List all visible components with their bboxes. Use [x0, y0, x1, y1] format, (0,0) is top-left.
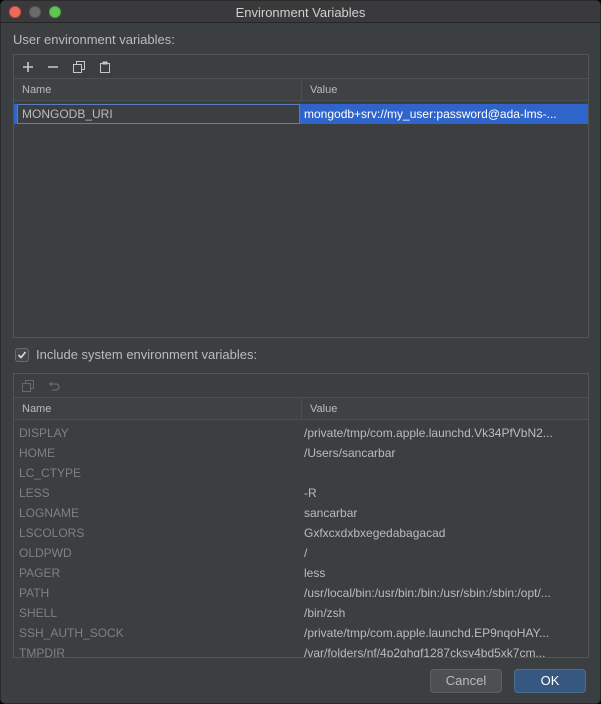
- system-table-header: Name Value: [14, 398, 588, 420]
- variable-name: HOME: [19, 446, 55, 460]
- variable-value: sancarbar: [304, 506, 358, 520]
- variable-name: SHELL: [19, 606, 58, 620]
- table-row[interactable]: LESS -R: [14, 483, 588, 503]
- variable-name: LC_CTYPE: [19, 466, 82, 480]
- table-row[interactable]: SSH_AUTH_SOCK /private/tmp/com.apple.lau…: [14, 623, 588, 643]
- variable-name: OLDPWD: [19, 546, 72, 560]
- table-row[interactable]: DISPLAY /private/tmp/com.apple.launchd.V…: [14, 423, 588, 443]
- table-row[interactable]: PATH /usr/local/bin:/usr/bin:/bin:/usr/s…: [14, 583, 588, 603]
- variable-name-field[interactable]: MONGODB_URI: [17, 104, 300, 124]
- variable-name: PAGER: [19, 566, 61, 580]
- variable-value: /: [304, 546, 308, 560]
- variable-value: /Users/sancarbar: [304, 446, 396, 460]
- variable-value: Gxfxcxdxbxegedabagacad: [304, 526, 446, 540]
- variable-value: less: [304, 566, 326, 580]
- copy-icon[interactable]: [70, 58, 88, 76]
- variable-name: LSCOLORS: [19, 526, 85, 540]
- copy-icon[interactable]: [19, 377, 37, 395]
- variable-value: /private/tmp/com.apple.launchd.EP9nqoHAY…: [304, 626, 550, 640]
- variable-value: /usr/local/bin:/usr/bin:/bin:/usr/sbin:/…: [304, 586, 551, 600]
- table-row[interactable]: TMPDIR /var/folders/nf/4p2ghqf1287cksv4b…: [14, 643, 588, 657]
- system-variables-table: DISPLAY /private/tmp/com.apple.launchd.V…: [14, 420, 588, 657]
- ok-button[interactable]: OK: [514, 669, 586, 693]
- variable-name: LESS: [19, 486, 50, 500]
- table-row[interactable]: OLDPWD /: [14, 543, 588, 563]
- table-row[interactable]: SHELL /bin/zsh: [14, 603, 588, 623]
- title-bar: Environment Variables: [1, 1, 600, 23]
- column-header-name[interactable]: Name: [14, 79, 51, 101]
- environment-variables-dialog: Environment Variables User environment v…: [0, 0, 601, 704]
- add-icon[interactable]: [19, 58, 37, 76]
- column-header-name[interactable]: Name: [14, 398, 51, 420]
- cancel-button[interactable]: Cancel: [430, 669, 502, 693]
- column-header-value[interactable]: Value: [302, 79, 337, 101]
- user-table-header: Name Value: [14, 79, 588, 101]
- variable-name: DISPLAY: [19, 426, 69, 440]
- include-system-checkbox[interactable]: [15, 348, 29, 362]
- variable-value: /var/folders/nf/4p2ghqf1287cksv4bd5xk7cm…: [304, 646, 546, 657]
- table-row[interactable]: LSCOLORS Gxfxcxdxbxegedabagacad: [14, 523, 588, 543]
- system-variables-toolbar: [14, 374, 588, 398]
- variable-value: /private/tmp/com.apple.launchd.Vk34PfVbN…: [304, 426, 553, 440]
- variable-value-cell[interactable]: mongodb+srv://my_user:password@ada-lms-.…: [304, 104, 587, 124]
- variable-value: [304, 463, 587, 483]
- system-variables-panel: Name Value DISPLAY /private/tmp/com.appl…: [13, 373, 589, 658]
- variable-name: PATH: [19, 586, 50, 600]
- column-header-value[interactable]: Value: [302, 398, 337, 420]
- table-row[interactable]: LOGNAME sancarbar: [14, 503, 588, 523]
- table-row[interactable]: MONGODB_URI mongodb+srv://my_user:passwo…: [14, 104, 588, 124]
- window-title: Environment Variables: [235, 5, 366, 20]
- user-variables-toolbar: [14, 55, 588, 79]
- remove-icon[interactable]: [44, 58, 62, 76]
- paste-icon[interactable]: [96, 58, 114, 76]
- variable-value: /bin/zsh: [304, 606, 346, 620]
- revert-icon[interactable]: [45, 377, 63, 395]
- table-row[interactable]: PAGER less: [14, 563, 588, 583]
- table-row[interactable]: LC_CTYPE: [14, 463, 588, 483]
- variable-value: -R: [304, 486, 317, 500]
- user-variables-panel: Name Value MONGODB_URI mongodb+srv://my_…: [13, 54, 589, 338]
- include-system-label: Include system environment variables:: [36, 347, 258, 362]
- user-variables-table: MONGODB_URI mongodb+srv://my_user:passwo…: [14, 101, 588, 337]
- variable-name: SSH_AUTH_SOCK: [19, 626, 124, 640]
- user-variables-label: User environment variables:: [13, 32, 175, 47]
- variable-name: LOGNAME: [19, 506, 80, 520]
- variable-name: TMPDIR: [19, 646, 65, 657]
- table-row[interactable]: HOME /Users/sancarbar: [14, 443, 588, 463]
